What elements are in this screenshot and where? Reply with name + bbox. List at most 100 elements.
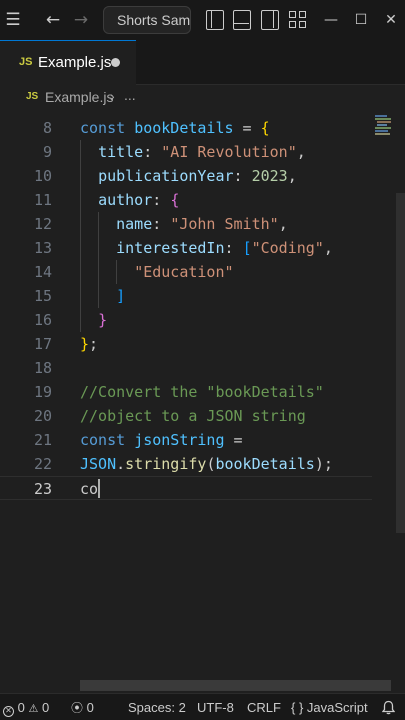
braces-icon: { }	[291, 700, 304, 715]
code-token: ,	[278, 215, 288, 233]
line-number: 11	[33, 191, 52, 209]
code-line[interactable]: 21 const jsonString =	[0, 428, 372, 452]
javascript-file-icon: JS	[26, 91, 39, 102]
code-line[interactable]: 22 JSON.stringify(bookDetails);	[0, 452, 372, 476]
code-token: co	[80, 480, 99, 498]
code-token: :	[152, 191, 171, 209]
partially-visible-line	[80, 113, 300, 115]
code-line[interactable]: 14 "Education"	[0, 260, 372, 284]
customize-layout-icon[interactable]	[289, 11, 308, 30]
code-token: );	[314, 455, 333, 473]
code-token: interestedIn	[116, 239, 225, 257]
maximize-icon[interactable]: ☐	[349, 0, 373, 40]
toggle-panel-icon[interactable]	[233, 10, 251, 30]
code-token: :	[224, 239, 243, 257]
bell-icon[interactable]	[381, 694, 396, 720]
horizontal-scrollbar[interactable]	[80, 680, 391, 691]
text-cursor	[98, 479, 101, 498]
unsaved-dot-icon[interactable]	[111, 58, 120, 67]
code-token: stringify	[125, 455, 207, 473]
status-bar: ✕ 0 ⚠ 0 ⦿ 0 Spaces: 2 UTF-8 CRLF { } Jav…	[0, 693, 405, 720]
code-text: ]	[80, 284, 125, 308]
code-editor[interactable]: 8 const bookDetails = {9 title: "AI Revol…	[0, 113, 405, 693]
minimap[interactable]	[373, 113, 395, 143]
code-text: author: {	[80, 188, 179, 212]
code-token: JSON	[80, 455, 117, 473]
tab-example-js[interactable]: JS Example.js	[0, 40, 136, 85]
breadcrumb-file[interactable]: Example.js	[45, 89, 113, 105]
code-token: bookDetails	[134, 119, 234, 137]
code-line[interactable]: 18	[0, 356, 372, 380]
eol-status[interactable]: CRLF	[247, 694, 281, 720]
vertical-scrollbar[interactable]	[396, 193, 405, 533]
code-token: "AI Revolution"	[161, 143, 297, 161]
tab-bar: JS Example.js	[0, 40, 405, 85]
problems-status[interactable]: ✕ 0 ⚠ 0	[3, 694, 49, 720]
code-line[interactable]: 17};	[0, 332, 372, 356]
warning-icon: ⚠	[28, 703, 39, 715]
encoding-status[interactable]: UTF-8	[197, 694, 234, 720]
line-number: 19	[33, 383, 52, 401]
ports-status[interactable]: ⦿ 0	[71, 694, 94, 720]
code-token: :	[152, 215, 171, 233]
code-token: "Coding"	[251, 239, 324, 257]
line-number: 18	[33, 359, 52, 377]
tab-label: Example.js	[38, 54, 112, 71]
close-icon[interactable]: ✕	[380, 0, 402, 40]
code-line[interactable]: 16 }	[0, 308, 372, 332]
code-line[interactable]: 12 name: "John Smith",	[0, 212, 372, 236]
code-line[interactable]: 10 publicationYear: 2023,	[0, 164, 372, 188]
broadcast-icon: ⦿	[71, 701, 84, 715]
code-token: 2023	[251, 167, 288, 185]
title-bar: ☰ ← → Shorts Sample — ☐ ✕	[0, 0, 405, 40]
line-number: 14	[33, 263, 52, 281]
code-line[interactable]: 8 const bookDetails = {	[0, 116, 372, 140]
language-mode-status[interactable]: { } JavaScript	[291, 694, 368, 720]
code-token: title	[98, 143, 144, 161]
code-token: ]	[116, 287, 126, 305]
code-token: publicationYear	[98, 167, 234, 185]
minimize-icon[interactable]: —	[318, 0, 344, 40]
code-token: [	[242, 239, 252, 257]
language-label: JavaScript	[306, 700, 368, 715]
code-line[interactable]: 20 //object to a JSON string	[0, 404, 372, 428]
code-token: //Convert the "bookDetails"	[80, 383, 324, 401]
code-line[interactable]: 13 interestedIn: ["Coding",	[0, 236, 372, 260]
code-token: "John Smith"	[170, 215, 279, 233]
code-line[interactable]: 23 co	[0, 476, 372, 500]
code-line[interactable]: 11 author: {	[0, 188, 372, 212]
back-arrow-icon[interactable]: ←	[42, 0, 64, 40]
code-token: //object to a JSON string	[80, 407, 306, 425]
breadcrumb-symbols[interactable]: ...	[124, 87, 136, 103]
code-token: ,	[323, 239, 333, 257]
command-center-search[interactable]: Shorts Sample	[103, 6, 191, 34]
code-text: const bookDetails = {	[80, 116, 270, 140]
code-token: {	[170, 191, 180, 209]
code-line[interactable]: 9 title: "AI Revolution",	[0, 140, 372, 164]
forward-arrow-icon[interactable]: →	[70, 0, 92, 40]
line-number: 16	[33, 311, 52, 329]
code-text: name: "John Smith",	[80, 212, 288, 236]
menu-icon[interactable]: ☰	[0, 0, 26, 40]
code-text: publicationYear: 2023,	[80, 164, 297, 188]
code-line[interactable]: 15 ]	[0, 284, 372, 308]
toggle-primary-sidebar-icon[interactable]	[206, 10, 224, 30]
indentation-status[interactable]: Spaces: 2	[128, 694, 186, 720]
code-token: bookDetails	[215, 455, 315, 473]
line-number: 9	[42, 143, 52, 161]
code-token: author	[98, 191, 153, 209]
code-token: :	[233, 167, 252, 185]
code-text: JSON.stringify(bookDetails);	[80, 452, 333, 476]
toggle-secondary-sidebar-icon[interactable]	[261, 10, 279, 30]
line-number: 13	[33, 239, 52, 257]
line-number: 20	[33, 407, 52, 425]
code-line[interactable]: 19 //Convert the "bookDetails"	[0, 380, 372, 404]
code-token: name	[116, 215, 153, 233]
